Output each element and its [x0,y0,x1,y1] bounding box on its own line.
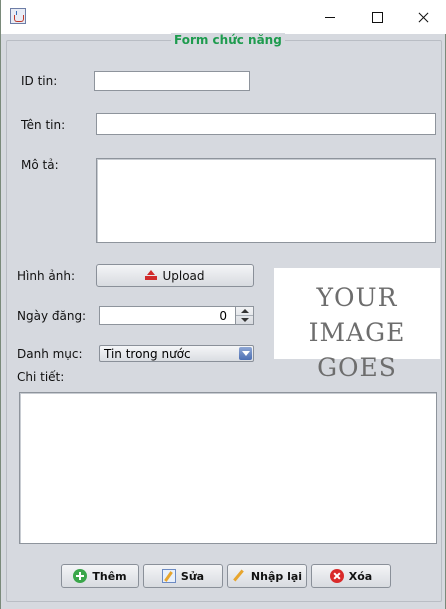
delete-icon [329,569,344,583]
date-value: 0 [219,309,227,323]
upload-button-label: Upload [162,268,205,283]
maximize-button[interactable] [354,0,400,34]
category-select[interactable]: Tin trong nước [99,345,254,362]
pencil-icon [232,569,246,583]
edit-button[interactable]: Sửa [143,564,223,588]
delete-button-label: Xóa [348,569,373,583]
reset-button-label: Nhập lại [250,569,303,583]
reset-button[interactable]: Nhập lại [227,564,307,588]
category-value: Tin trong nước [104,347,191,361]
date-label: Ngày đăng: [17,309,87,323]
detail-textarea[interactable] [19,392,437,544]
name-input[interactable] [96,113,436,135]
form-title: Form chức năng [171,33,285,47]
upload-button[interactable]: Upload [96,264,254,287]
add-button-label: Thêm [92,569,127,583]
chevron-down-icon[interactable] [239,347,252,360]
add-icon [73,569,88,583]
app-window: Form chức năng ID tin: Tên tin: Mô tả: H… [0,0,446,609]
id-input[interactable] [94,71,250,91]
image-label: Hình ảnh: [17,269,75,283]
edit-icon [161,569,176,583]
description-textarea[interactable] [96,158,436,243]
spinner-arrows [235,307,253,324]
add-button[interactable]: Thêm [61,564,139,588]
edit-button-label: Sửa [180,569,205,583]
title-bar [1,0,446,34]
delete-button[interactable]: Xóa [311,564,391,588]
java-app-icon [10,8,26,24]
spinner-up-icon[interactable] [236,307,253,316]
detail-label: Chi tiết: [17,370,65,384]
category-label: Danh mục: [17,347,83,361]
date-spinner[interactable]: 0 [99,306,254,325]
close-button[interactable] [400,0,446,34]
id-label: ID tin: [21,74,58,88]
minimize-button[interactable] [307,0,353,34]
name-label: Tên tin: [21,118,66,132]
image-preview: YOUR IMAGE GOES HERE [274,268,440,417]
description-label: Mô tả: [21,158,59,172]
spinner-down-icon[interactable] [236,316,253,324]
upload-icon [145,270,158,281]
